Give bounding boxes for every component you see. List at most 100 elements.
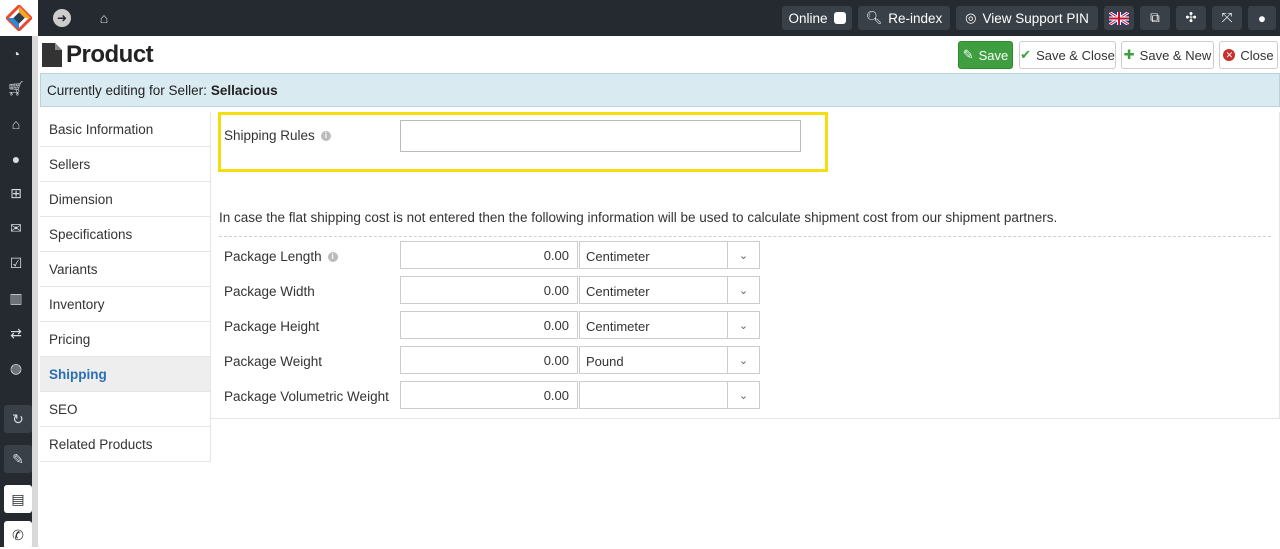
package-weight-unit-select[interactable]: Pound ⌄ — [579, 346, 760, 374]
edit-icon: ✎ — [962, 47, 974, 62]
info-icon: i — [327, 251, 338, 262]
tab-label: Pricing — [49, 331, 91, 347]
save-close-label: Save & Close — [1036, 47, 1115, 63]
sitemap-icon[interactable]: ⊞ — [0, 176, 32, 211]
bar-chart-icon[interactable]: ▥ — [0, 281, 32, 316]
chevron-down-icon[interactable]: ⌄ — [727, 312, 759, 338]
tab-label: Inventory — [49, 296, 105, 312]
cart-icon[interactable]: 🛒︎ — [0, 71, 32, 106]
package-height-unit-select[interactable]: Centimeter ⌄ — [579, 311, 760, 339]
external-link-button[interactable]: ⧉ — [1140, 6, 1170, 30]
arrow-right-icon: ➜ — [53, 9, 71, 27]
tab-label: Dimension — [49, 191, 113, 207]
reindex-button[interactable]: 🔍︎ Re-index — [858, 6, 950, 30]
external-link-icon: ⧉ — [1150, 10, 1160, 25]
row-label: Package Length — [224, 249, 322, 264]
chevron-down-icon[interactable]: ⌄ — [727, 277, 759, 303]
package-length-label: Package Length i — [224, 249, 338, 264]
page-title: Product — [42, 40, 154, 70]
check-icon: ✔ — [1020, 47, 1032, 62]
envelope-icon[interactable]: ✉ — [0, 211, 32, 246]
checkbox-icon[interactable]: ☑ — [0, 246, 32, 281]
plus-icon: ✚ — [1123, 47, 1135, 62]
row-value: 0.00 — [543, 318, 569, 333]
view-support-pin-button[interactable]: ◎ View Support PIN — [956, 6, 1098, 30]
tab-seo[interactable]: SEO — [40, 392, 210, 427]
shipping-rules-text: Shipping Rules — [224, 128, 315, 143]
sidebar-divider — [32, 36, 38, 547]
wrench-icon[interactable]: ✎ — [4, 445, 32, 473]
close-button[interactable]: ✕ Close — [1219, 41, 1278, 69]
package-width-label: Package Width — [224, 284, 315, 299]
uk-flag-icon — [1109, 11, 1129, 25]
tab-basic-information[interactable]: Basic Information — [40, 112, 210, 147]
sidebar-toggle-button[interactable]: ➜ — [42, 0, 82, 36]
tab-specifications[interactable]: Specifications — [40, 217, 210, 252]
dashboard-icon[interactable]: ◔ — [0, 36, 32, 71]
tab-label: Specifications — [49, 226, 133, 242]
tab-label: Shipping — [49, 366, 107, 382]
tab-variants[interactable]: Variants — [40, 252, 210, 287]
package-height-label: Package Height — [224, 319, 319, 334]
shipping-rules-label: Shipping Rules i — [224, 128, 331, 143]
shipping-rules-input[interactable] — [400, 120, 801, 152]
save-close-button[interactable]: ✔ Save & Close — [1019, 41, 1116, 69]
tab-label: Sellers — [49, 156, 91, 172]
info-icon: i — [320, 130, 331, 141]
page-title-text: Product — [66, 41, 154, 68]
app-logo[interactable] — [0, 0, 38, 36]
dashed-divider — [219, 236, 1271, 237]
home-icon: ⌂ — [99, 10, 109, 26]
save-new-button[interactable]: ✚ Save & New — [1121, 41, 1214, 69]
exchange-icon[interactable]: ⇄ — [0, 316, 32, 351]
tab-label: SEO — [49, 401, 78, 417]
lifebuoy-icon: ◎ — [965, 10, 977, 25]
toggle-switch-icon — [833, 12, 846, 24]
user-icon[interactable]: ● — [0, 141, 32, 176]
bank-icon[interactable]: ⌂ — [0, 106, 32, 141]
joomla-button[interactable]: ✣ — [1176, 6, 1206, 30]
left-sidebar: ◔ 🛒︎ ⌂ ● ⊞ ✉ ☑ ▥ ⇄ ◍ ↻ ✎ ▤ ✆ — [0, 36, 32, 549]
tab-inventory[interactable]: Inventory — [40, 287, 210, 322]
chevron-down-icon[interactable]: ⌄ — [727, 382, 759, 408]
package-width-unit-select[interactable]: Centimeter ⌄ — [579, 276, 760, 304]
tab-label: Related Products — [49, 436, 153, 452]
package-volumetric-weight-unit-select[interactable]: ⌄ — [579, 381, 760, 409]
tab-shipping[interactable]: Shipping — [40, 357, 210, 392]
refresh-icon[interactable]: ↻ — [4, 405, 32, 433]
language-button[interactable] — [1104, 6, 1134, 30]
package-volumetric-weight-input[interactable]: 0.00 — [400, 381, 578, 409]
tab-dimension[interactable]: Dimension — [40, 182, 210, 217]
save-button[interactable]: ✎ Save — [958, 41, 1013, 69]
tab-related-products[interactable]: Related Products — [40, 427, 210, 462]
online-toggle[interactable]: Online — [782, 6, 852, 30]
row-unit: Centimeter — [586, 319, 650, 334]
tab-pricing[interactable]: Pricing — [40, 322, 210, 357]
tab-sellers[interactable]: Sellers — [40, 147, 210, 182]
user-menu-button[interactable]: ● — [1248, 6, 1276, 30]
row-value: 0.00 — [543, 388, 569, 403]
home-button[interactable]: ⌂ — [84, 0, 124, 36]
package-weight-input[interactable]: 0.00 — [400, 346, 578, 374]
user-icon: ● — [1257, 10, 1267, 26]
phone-icon[interactable]: ✆ — [4, 521, 32, 549]
globe-icon[interactable]: ◍ — [0, 351, 32, 386]
chevron-down-icon[interactable]: ⌄ — [727, 242, 759, 268]
package-height-input[interactable]: 0.00 — [400, 311, 578, 339]
online-label: Online — [788, 10, 828, 26]
package-volumetric-weight-label: Package Volumetric Weight — [224, 389, 389, 404]
fullscreen-button[interactable]: ⤧ — [1212, 6, 1242, 30]
row-label: Package Height — [224, 319, 320, 334]
package-width-input[interactable]: 0.00 — [400, 276, 578, 304]
alert-seller-name: Sellacious — [210, 82, 278, 98]
chevron-down-icon[interactable]: ⌄ — [727, 347, 759, 373]
package-length-input[interactable]: 0.00 — [400, 241, 578, 269]
logo-icon — [6, 5, 32, 31]
row-unit: Pound — [586, 354, 624, 369]
save-new-label: Save & New — [1139, 47, 1212, 63]
package-length-unit-select[interactable]: Centimeter ⌄ — [579, 241, 760, 269]
close-label: Close — [1240, 47, 1274, 63]
row-label: Package Width — [224, 284, 315, 299]
reindex-label: Re-index — [888, 10, 943, 26]
book-icon[interactable]: ▤ — [4, 485, 32, 513]
